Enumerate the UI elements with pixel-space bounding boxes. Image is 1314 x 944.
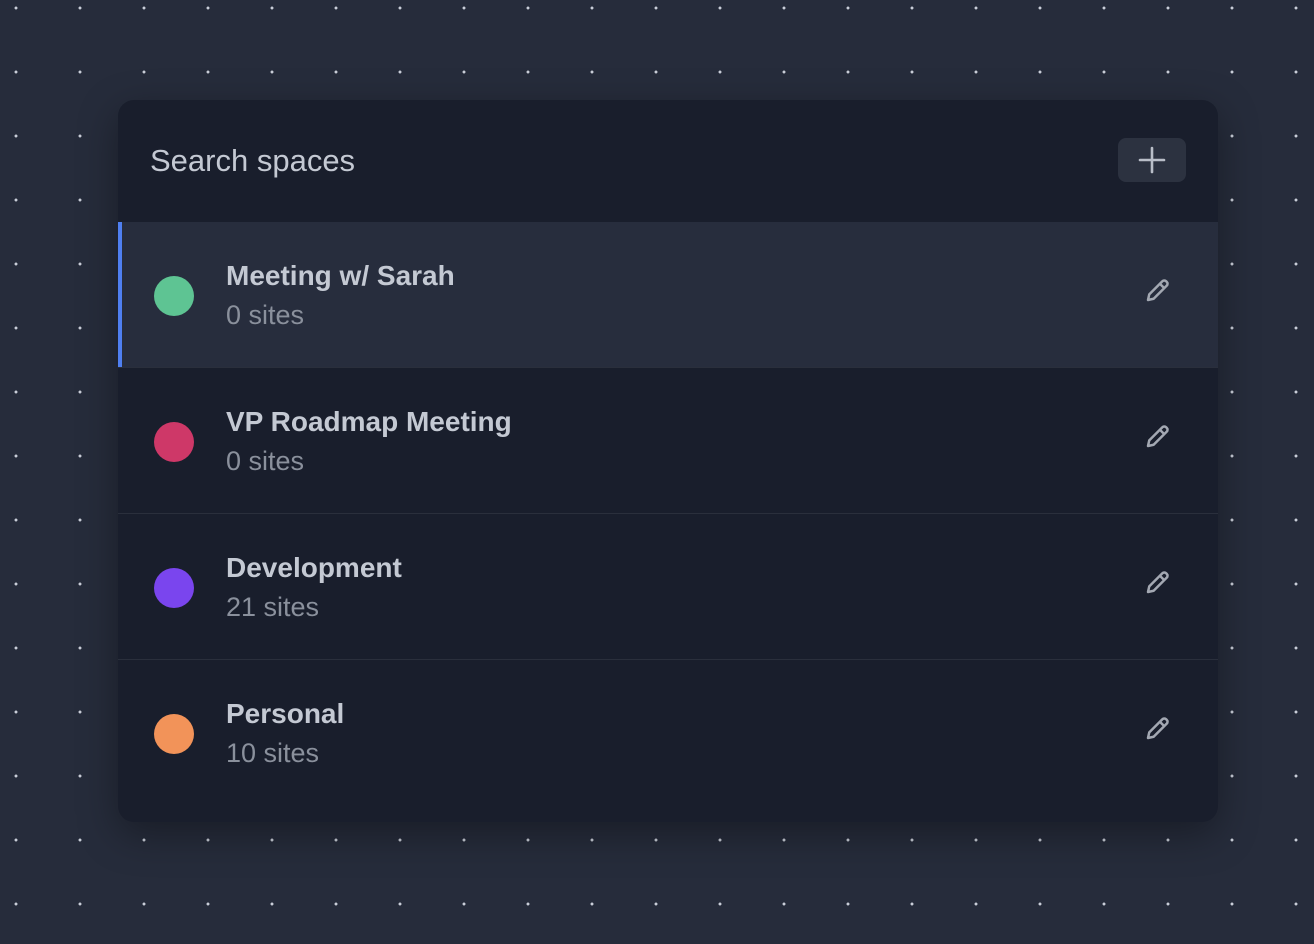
space-row[interactable]: VP Roadmap Meeting 0 sites bbox=[118, 368, 1218, 514]
search-input[interactable] bbox=[150, 138, 1050, 184]
space-name: VP Roadmap Meeting bbox=[226, 406, 512, 437]
edit-space-button[interactable] bbox=[1138, 270, 1178, 310]
plus-icon bbox=[1138, 146, 1166, 174]
add-space-button[interactable] bbox=[1118, 138, 1186, 182]
space-row[interactable]: Meeting w/ Sarah 0 sites bbox=[118, 222, 1218, 368]
edit-space-button[interactable] bbox=[1138, 416, 1178, 456]
space-site-count: 10 sites bbox=[226, 738, 320, 768]
panel-header bbox=[118, 100, 1218, 222]
space-name: Meeting w/ Sarah bbox=[226, 260, 455, 291]
pencil-icon bbox=[1146, 425, 1169, 448]
space-color-dot bbox=[154, 714, 194, 754]
space-row[interactable]: Development 21 sites bbox=[118, 514, 1218, 660]
pencil-icon bbox=[1146, 717, 1169, 740]
space-site-count: 21 sites bbox=[226, 592, 320, 622]
spaces-panel: Meeting w/ Sarah 0 sites VP Roadmap Meet… bbox=[118, 100, 1218, 822]
pencil-icon bbox=[1146, 279, 1169, 302]
space-color-dot bbox=[154, 276, 194, 316]
pencil-icon bbox=[1146, 571, 1169, 594]
edit-space-button[interactable] bbox=[1138, 562, 1178, 602]
space-color-dot bbox=[154, 568, 194, 608]
spaces-list: Meeting w/ Sarah 0 sites VP Roadmap Meet… bbox=[118, 222, 1218, 805]
space-row[interactable]: Personal 10 sites bbox=[118, 660, 1218, 805]
space-name: Development bbox=[226, 552, 402, 583]
space-name: Personal bbox=[226, 698, 345, 729]
space-site-count: 0 sites bbox=[226, 446, 305, 476]
space-site-count: 0 sites bbox=[226, 300, 305, 330]
space-color-dot bbox=[154, 422, 194, 462]
edit-space-button[interactable] bbox=[1138, 708, 1178, 748]
